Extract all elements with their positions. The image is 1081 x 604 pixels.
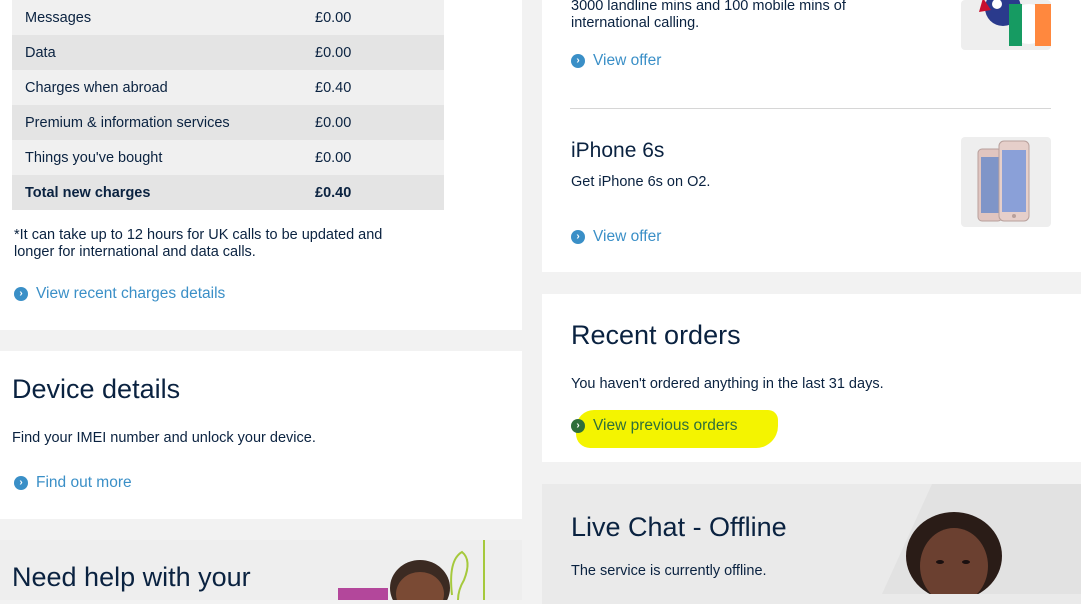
chevron-right-icon: › (14, 476, 28, 490)
live-chat-card: Live Chat - Offline The service is curre… (542, 484, 1081, 604)
charges-table: Messages £0.00 Data £0.00 Charges when a… (12, 0, 444, 210)
table-row: Premium & information services £0.00 (12, 105, 444, 140)
total-label: Total new charges (25, 184, 151, 201)
charge-label: Premium & information services (25, 114, 230, 131)
offers-divider (570, 108, 1051, 109)
intl-offer-image (961, 0, 1051, 50)
orders-desc: You haven't ordered anything in the last… (571, 376, 884, 392)
device-title: Device details (12, 374, 181, 404)
charges-card: Messages £0.00 Data £0.00 Charges when a… (0, 0, 522, 330)
charge-label: Things you've bought (25, 149, 163, 166)
chevron-right-icon: › (14, 287, 28, 301)
charge-label: Messages (25, 9, 92, 26)
iphone-title: iPhone 6s (571, 139, 665, 162)
view-previous-orders-link[interactable]: › View previous orders (571, 417, 737, 435)
chevron-right-icon: › (571, 54, 585, 68)
help-title: Need help with your (12, 562, 251, 592)
orders-title: Recent orders (571, 320, 741, 350)
offers-card: 3000 landline mins and 100 mobile mins o… (542, 0, 1081, 272)
table-row: Things you've bought £0.00 (12, 140, 444, 175)
iphone-image (961, 137, 1051, 227)
table-row: Charges when abroad £0.40 (12, 70, 444, 105)
find-out-more-label: Find out more (36, 474, 132, 491)
find-out-more-link[interactable]: › Find out more (14, 474, 132, 492)
livechat-title: Live Chat - Offline (571, 512, 787, 542)
iphone-desc: Get iPhone 6s on O2. (571, 174, 711, 190)
charge-amount: £0.40 (315, 79, 352, 96)
chat-agent-image (882, 484, 1081, 594)
help-card: Need help with your (0, 540, 522, 600)
view-previous-orders-label: View previous orders (593, 417, 738, 434)
view-charges-link-label: View recent charges details (36, 285, 226, 302)
flag-balloons-icon (979, 0, 1051, 46)
intl-view-offer-label: View offer (593, 52, 662, 69)
iphone-icon (977, 140, 1030, 222)
table-row: Data £0.00 (12, 35, 444, 70)
charge-label: Charges when abroad (25, 79, 168, 96)
charge-amount: £0.00 (315, 9, 352, 26)
view-charges-link[interactable]: › View recent charges details (14, 285, 225, 303)
intl-offer-desc: 3000 landline mins and 100 mobile mins o… (571, 0, 846, 31)
intl-view-offer-link[interactable]: › View offer (571, 52, 661, 70)
chevron-right-icon: › (571, 230, 585, 244)
device-desc: Find your IMEI number and unlock your de… (12, 430, 316, 446)
charge-amount: £0.00 (315, 44, 352, 61)
charge-amount: £0.00 (315, 114, 352, 131)
iphone-view-offer-label: View offer (593, 228, 662, 245)
iphone-view-offer-link[interactable]: › View offer (571, 228, 661, 246)
livechat-desc: The service is currently offline. (571, 563, 767, 579)
help-agent-image (338, 540, 485, 600)
charges-note: *It can take up to 12 hours for UK calls… (14, 227, 383, 260)
charge-label: Data (25, 44, 56, 61)
total-row: Total new charges £0.40 (12, 175, 444, 210)
total-amount: £0.40 (315, 184, 352, 201)
charge-amount: £0.00 (315, 149, 352, 166)
device-details-card: Device details Find your IMEI number and… (0, 351, 522, 519)
table-row: Messages £0.00 (12, 0, 444, 35)
chevron-right-icon: › (571, 419, 585, 433)
